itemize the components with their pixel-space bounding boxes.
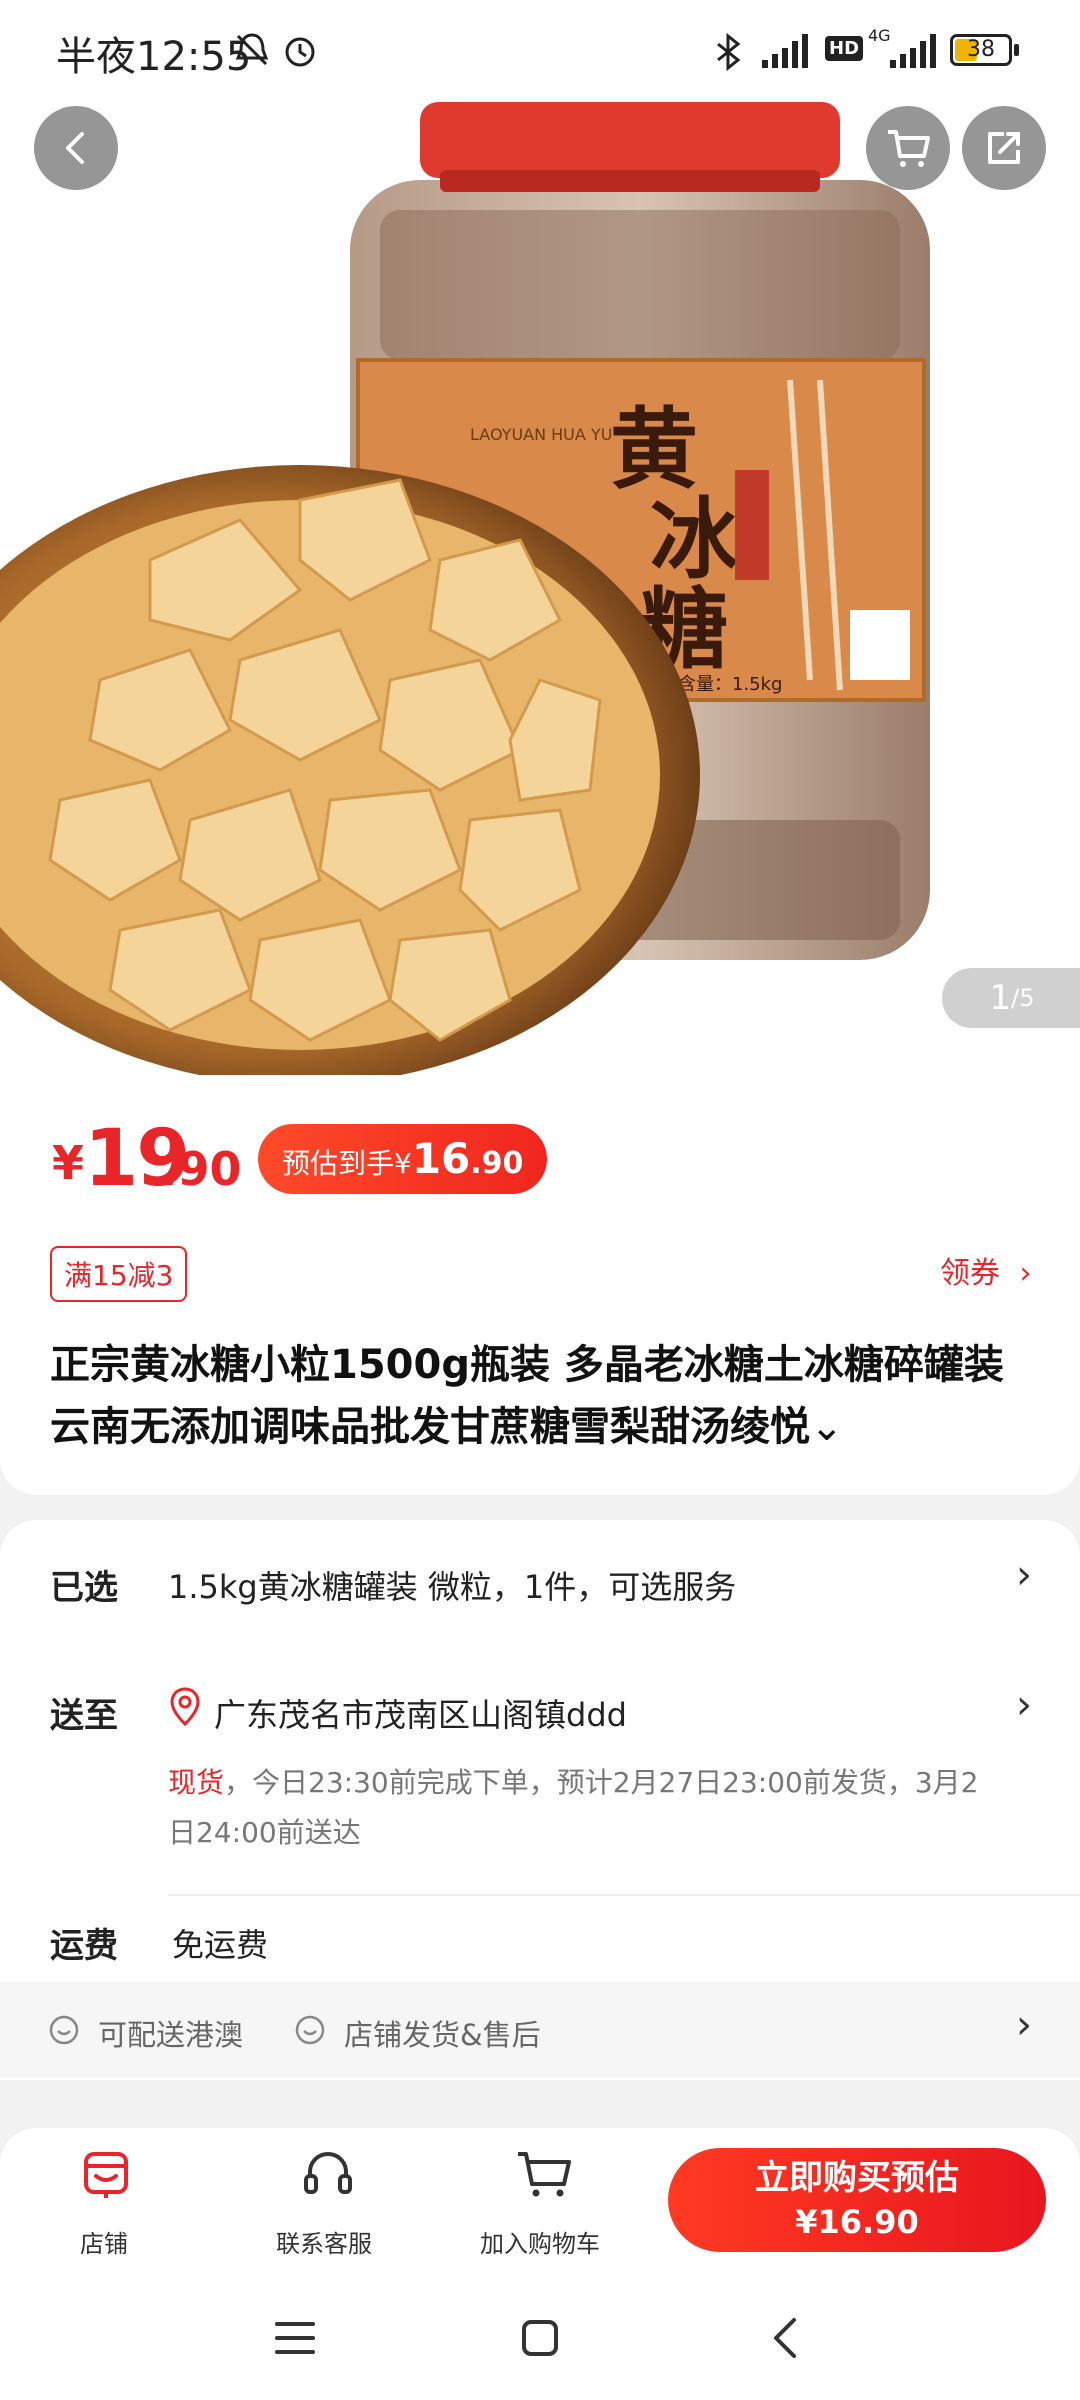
- battery-level: 38: [967, 37, 995, 62]
- headset-icon: [304, 2151, 352, 2194]
- coupon-link-label: 领券: [940, 1256, 1000, 1291]
- delivery-row[interactable]: 送至 广东茂名市茂南区山阁镇ddd › 现货，今日23:30前完成下单，预计2月…: [0, 1660, 1080, 1850]
- jar-title-2: 冰: [650, 487, 739, 591]
- add-to-cart-button[interactable]: 加入购物车: [468, 2140, 618, 2268]
- battery-icon: 38: [950, 34, 1012, 66]
- image-counter: 1/5: [942, 968, 1080, 1028]
- customer-service-button[interactable]: 联系客服: [262, 2140, 392, 2268]
- hd-badge: HD: [825, 36, 864, 61]
- system-nav-bar: [0, 2276, 1080, 2400]
- chevron-right-icon: ›: [1016, 1682, 1032, 1728]
- menu-icon[interactable]: [274, 2318, 316, 2358]
- store-label: 店铺: [80, 2230, 128, 2258]
- selected-spec-row[interactable]: 已选 1.5kg黄冰糖罐装 微粒，1件，可选服务 ›: [0, 1530, 1080, 1630]
- signal-icon: [762, 34, 808, 68]
- chevron-right-icon: ›: [1016, 2002, 1032, 2048]
- home-icon[interactable]: [520, 2316, 560, 2360]
- smile-check-icon: [295, 2015, 325, 2045]
- cart-button[interactable]: [866, 106, 950, 190]
- delivery-label: 送至: [50, 1696, 118, 1736]
- status-bar: 半夜12:55 HD 4G 38: [0, 0, 1080, 100]
- delivery-address: 广东茂名市茂南区山阁镇ddd: [214, 1696, 627, 1734]
- estimate-integer: 16: [411, 1134, 471, 1183]
- get-coupon-link[interactable]: 领券 ›: [940, 1248, 1032, 1292]
- status-time: 半夜12:55: [56, 34, 252, 80]
- back-nav-icon[interactable]: [768, 2316, 802, 2360]
- expand-icon: ⌄: [810, 1404, 844, 1450]
- chevron-left-icon: [66, 132, 84, 164]
- image-total: /5: [1011, 984, 1035, 1012]
- battery-tip: [1014, 44, 1019, 56]
- shipping-row: 运费 免运费: [0, 1900, 1080, 1980]
- shipping-value: 免运费: [172, 1926, 269, 1964]
- location-pin-icon: [170, 1687, 200, 1727]
- estimate-prefix: 预估到手¥: [282, 1147, 412, 1180]
- back-button[interactable]: [34, 106, 118, 190]
- product-title[interactable]: 正宗黄冰糖小粒1500g瓶装 多晶老冰糖土冰糖碎罐装 云南无添加调味品批发甘蔗糖…: [50, 1334, 1040, 1458]
- share-icon: [988, 132, 1020, 164]
- delivery-info-line2: 日24:00前送达: [168, 1816, 361, 1849]
- price-decimal: .90: [160, 1142, 242, 1196]
- buy-now-button[interactable]: 立即购买预估 ¥16.90: [668, 2148, 1046, 2252]
- selected-label: 已选: [50, 1568, 118, 1608]
- store-icon: [84, 2152, 128, 2198]
- store-button[interactable]: 店铺: [40, 2140, 170, 2268]
- jar-title-1: 黄: [610, 397, 698, 501]
- selected-value: 1.5kg黄冰糖罐装 微粒，1件，可选服务: [168, 1568, 737, 1606]
- image-index: 1: [989, 978, 1012, 1018]
- service-bar[interactable]: 可配送港澳 店铺发货&售后 ›: [0, 1982, 1080, 2078]
- estimated-price-badge: 预估到手¥ 16 .90: [258, 1124, 548, 1194]
- divider: [168, 1894, 1080, 1896]
- estimate-decimal: .90: [470, 1146, 524, 1181]
- signal-icon-2: [890, 34, 936, 68]
- alarm-icon: [285, 37, 315, 67]
- service-item: 店铺发货&售后: [344, 2018, 541, 2052]
- jar-brand: LAOYUAN HUA YU: [470, 425, 612, 444]
- promo-tag: 满15减3: [50, 1246, 188, 1302]
- price-currency: ¥: [52, 1136, 85, 1190]
- shipping-label: 运费: [50, 1926, 118, 1966]
- jar-lid: [420, 102, 840, 178]
- buy-now-label: 立即购买预估: [755, 2158, 959, 2198]
- bluetooth-icon: [717, 32, 741, 72]
- service-item: 可配送港澳: [98, 2018, 244, 2052]
- share-button[interactable]: [962, 106, 1046, 190]
- buy-now-price: ¥16.90: [795, 2203, 919, 2241]
- delivery-info-line1: ，今日23:30前完成下单，预计2月27日23:00前发货，3月2: [224, 1766, 979, 1799]
- stock-status: 现货: [168, 1766, 225, 1799]
- cart-icon: [518, 2152, 571, 2197]
- cart-icon: [888, 130, 930, 167]
- delivery-info: 现货，今日23:30前完成下单，预计2月27日23:00前发货，3月2 日24:…: [168, 1758, 1028, 1858]
- customer-service-label: 联系客服: [276, 2230, 372, 2258]
- smile-check-icon: [49, 2015, 79, 2045]
- chevron-right-icon: ›: [1019, 1256, 1032, 1291]
- add-to-cart-label: 加入购物车: [480, 2230, 600, 2258]
- mute-bell-icon: [235, 33, 269, 66]
- product-title-text: 正宗黄冰糖小粒1500g瓶装 多晶老冰糖土冰糖碎罐装 云南无添加调味品批发甘蔗糖…: [50, 1342, 1004, 1450]
- chevron-right-icon: ›: [1016, 1552, 1032, 1598]
